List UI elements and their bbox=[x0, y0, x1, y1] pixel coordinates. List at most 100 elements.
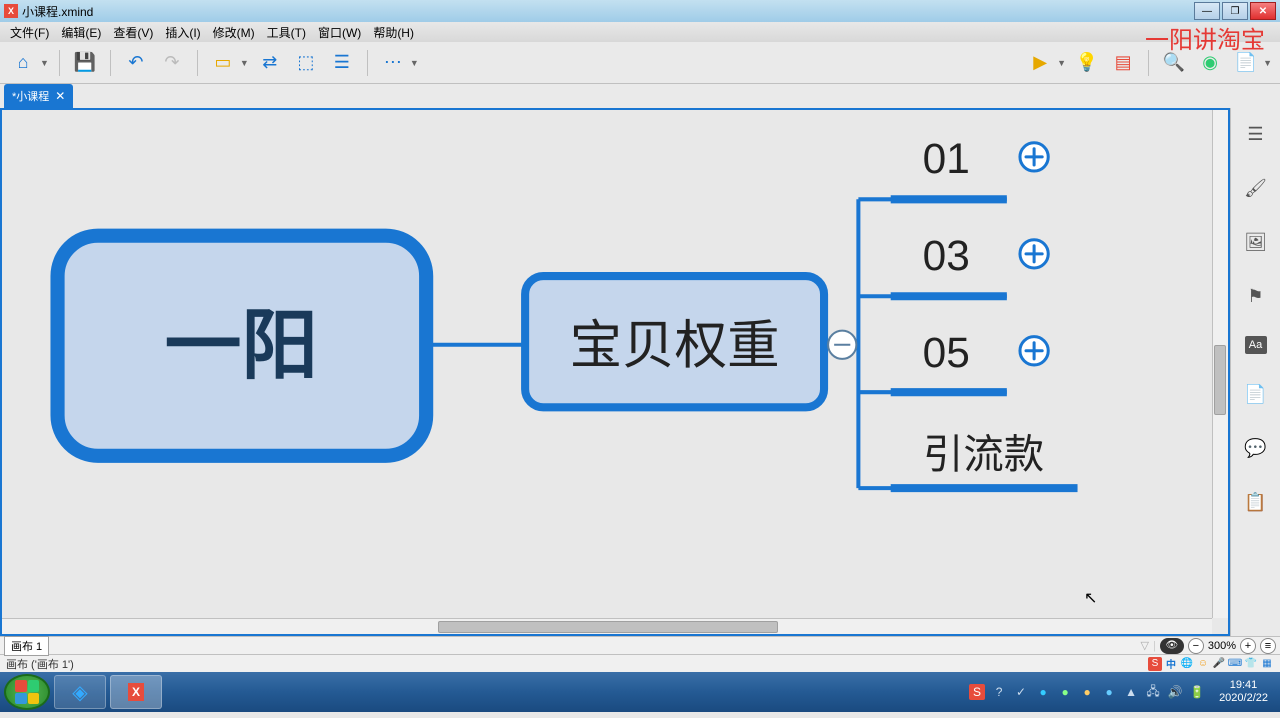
tray-icon[interactable]: ● bbox=[1079, 684, 1095, 700]
system-tray: S ? ✓ ● ● ● ● ▲ 🖧 🔊 🔋 19:41 2020/2/22 bbox=[969, 679, 1276, 705]
font-icon[interactable]: Aa bbox=[1245, 336, 1267, 354]
window-title: 小课程.xmind bbox=[22, 3, 1194, 20]
minimize-button[interactable]: — bbox=[1194, 2, 1220, 20]
tray-icon[interactable]: ▦ bbox=[1260, 657, 1274, 671]
presentation-button[interactable]: ▶ bbox=[1025, 48, 1055, 78]
leaf-node: 05 bbox=[923, 329, 970, 376]
root-node: 一阳 bbox=[165, 304, 319, 389]
statusbar: 画布 ('画布 1') S 中 🌐 ☺ 🎤 ⌨ 👕 ▦ bbox=[0, 654, 1280, 672]
clock[interactable]: 19:41 2020/2/22 bbox=[1211, 679, 1268, 705]
dropdown-icon[interactable]: ▼ bbox=[40, 58, 49, 68]
clock-time: 19:41 bbox=[1219, 679, 1268, 692]
tray-icon[interactable]: S bbox=[969, 684, 985, 700]
taskbar: ◈ X S ? ✓ ● ● ● ● ▲ 🖧 🔊 🔋 19:41 2020/2/2… bbox=[0, 672, 1280, 712]
tray-icon[interactable]: ☺ bbox=[1196, 657, 1210, 671]
menu-tools[interactable]: 工具(T) bbox=[261, 22, 312, 43]
dropdown-icon[interactable]: ▼ bbox=[1057, 58, 1066, 68]
child-node: 宝贝权重 bbox=[570, 316, 780, 375]
tray-icon[interactable]: ● bbox=[1057, 684, 1073, 700]
window-controls: — ❐ ✕ bbox=[1194, 2, 1276, 20]
scroll-thumb[interactable] bbox=[438, 621, 778, 633]
format-icon[interactable]: 🖌 bbox=[1242, 174, 1270, 202]
tray-icon[interactable]: 🌐 bbox=[1180, 657, 1194, 671]
menu-edit[interactable]: 编辑(E) bbox=[55, 22, 107, 43]
ime-icon[interactable]: S bbox=[1148, 657, 1162, 671]
tray-icon[interactable]: 🎤 bbox=[1212, 657, 1226, 671]
marker-icon[interactable]: ⚑ bbox=[1242, 282, 1270, 310]
battery-icon[interactable]: 🔋 bbox=[1189, 684, 1205, 700]
menu-modify[interactable]: 修改(M) bbox=[207, 22, 261, 43]
leaf-node: 引流款 bbox=[923, 431, 1044, 477]
save-button[interactable]: 💾 bbox=[70, 48, 100, 78]
theme-button[interactable]: ▭ bbox=[208, 48, 238, 78]
menu-help[interactable]: 帮助(H) bbox=[367, 22, 420, 43]
mindmap-canvas[interactable]: 一阳 宝贝权重 01 03 05 bbox=[2, 110, 1228, 634]
outline-icon[interactable]: ☰ bbox=[1242, 120, 1270, 148]
filter-icon[interactable]: ▽ bbox=[1141, 639, 1149, 652]
status-text: 画布 ('画布 1') bbox=[6, 656, 74, 672]
toolbar: ⌂ ▼ 💾 ↶ ↷ ▭ ▼ ⇄ ⬚ ☰ ⋯ ▼ ▶ ▼ 💡 ▤ 🔍 ◉ 📄 ▼ bbox=[0, 42, 1280, 84]
redo-button[interactable]: ↷ bbox=[157, 48, 187, 78]
undo-button[interactable]: ↶ bbox=[121, 48, 151, 78]
workspace: 一阳 宝贝权重 01 03 05 bbox=[0, 108, 1280, 636]
separator bbox=[59, 50, 60, 76]
tray-icon[interactable]: ● bbox=[1035, 684, 1051, 700]
document-tab[interactable]: *小课程 ✕ bbox=[4, 84, 73, 108]
tab-label: *小课程 bbox=[12, 88, 49, 104]
taskbar-app[interactable]: ◈ bbox=[54, 675, 106, 709]
task-icon[interactable]: 📋 bbox=[1242, 488, 1270, 516]
sheet-bar: 画布 1 ▽ | 👁 − 300% + ≡ bbox=[0, 636, 1280, 654]
sheet-tab[interactable]: 画布 1 bbox=[4, 636, 49, 656]
maximize-button[interactable]: ❐ bbox=[1222, 2, 1248, 20]
notes-icon[interactable]: 📄 bbox=[1242, 380, 1270, 408]
watermark-text: 一阳讲淘宝 bbox=[1145, 20, 1265, 55]
brainstorm-button[interactable]: 💡 bbox=[1072, 48, 1102, 78]
network-icon[interactable]: 🖧 bbox=[1145, 684, 1161, 700]
scroll-thumb[interactable] bbox=[1214, 345, 1226, 415]
menu-view[interactable]: 查看(V) bbox=[107, 22, 159, 43]
comments-icon[interactable]: 💬 bbox=[1242, 434, 1270, 462]
dropdown-icon[interactable]: ▼ bbox=[410, 58, 419, 68]
tray-icon[interactable]: ⌨ bbox=[1228, 657, 1242, 671]
dropdown-icon[interactable]: ▼ bbox=[240, 58, 249, 68]
tray-icon[interactable]: ✓ bbox=[1013, 684, 1029, 700]
summary-button[interactable]: ☰ bbox=[327, 48, 357, 78]
zoom-in-button[interactable]: + bbox=[1240, 638, 1256, 654]
overview-icon[interactable]: 👁 bbox=[1160, 638, 1184, 654]
ime-lang-icon[interactable]: 中 bbox=[1164, 657, 1178, 671]
tray-icon[interactable]: ? bbox=[991, 684, 1007, 700]
titlebar: X 小课程.xmind — ❐ ✕ bbox=[0, 0, 1280, 22]
tray-icon[interactable]: ● bbox=[1101, 684, 1117, 700]
zoom-controls: ▽ | 👁 − 300% + ≡ bbox=[1141, 638, 1276, 654]
volume-icon[interactable]: 🔊 bbox=[1167, 684, 1183, 700]
canvas-container: 一阳 宝贝权重 01 03 05 bbox=[0, 108, 1230, 636]
tray-icon[interactable]: ▲ bbox=[1123, 684, 1139, 700]
leaf-node: 03 bbox=[923, 232, 970, 279]
zoom-out-button[interactable]: − bbox=[1188, 638, 1204, 654]
separator bbox=[197, 50, 198, 76]
image-icon[interactable]: 🖼 bbox=[1242, 228, 1270, 256]
tab-bar: *小课程 ✕ bbox=[0, 84, 1280, 108]
more-button[interactable]: ⋯ bbox=[378, 48, 408, 78]
clock-date: 2020/2/22 bbox=[1219, 692, 1268, 705]
status-tray: S 中 🌐 ☺ 🎤 ⌨ 👕 ▦ bbox=[1148, 657, 1274, 671]
scrollbar-vertical[interactable] bbox=[1212, 110, 1228, 618]
separator bbox=[110, 50, 111, 76]
menu-file[interactable]: 文件(F) bbox=[4, 22, 55, 43]
menu-insert[interactable]: 插入(I) bbox=[159, 22, 206, 43]
menu-window[interactable]: 窗口(W) bbox=[312, 22, 367, 43]
menubar: 文件(F) 编辑(E) 查看(V) 插入(I) 修改(M) 工具(T) 窗口(W… bbox=[0, 22, 1280, 42]
taskbar-app-xmind[interactable]: X bbox=[110, 675, 162, 709]
tab-close-icon[interactable]: ✕ bbox=[55, 89, 65, 103]
start-button[interactable] bbox=[4, 674, 50, 710]
boundary-button[interactable]: ⬚ bbox=[291, 48, 321, 78]
tray-icon[interactable]: 👕 bbox=[1244, 657, 1258, 671]
home-button[interactable]: ⌂ bbox=[8, 48, 38, 78]
close-button[interactable]: ✕ bbox=[1250, 2, 1276, 20]
relationship-button[interactable]: ⇄ bbox=[255, 48, 285, 78]
separator bbox=[367, 50, 368, 76]
zoom-fit-button[interactable]: ≡ bbox=[1260, 638, 1276, 654]
scrollbar-horizontal[interactable] bbox=[2, 618, 1212, 634]
gantt-button[interactable]: ▤ bbox=[1108, 48, 1138, 78]
dropdown-icon[interactable]: ▼ bbox=[1263, 58, 1272, 68]
